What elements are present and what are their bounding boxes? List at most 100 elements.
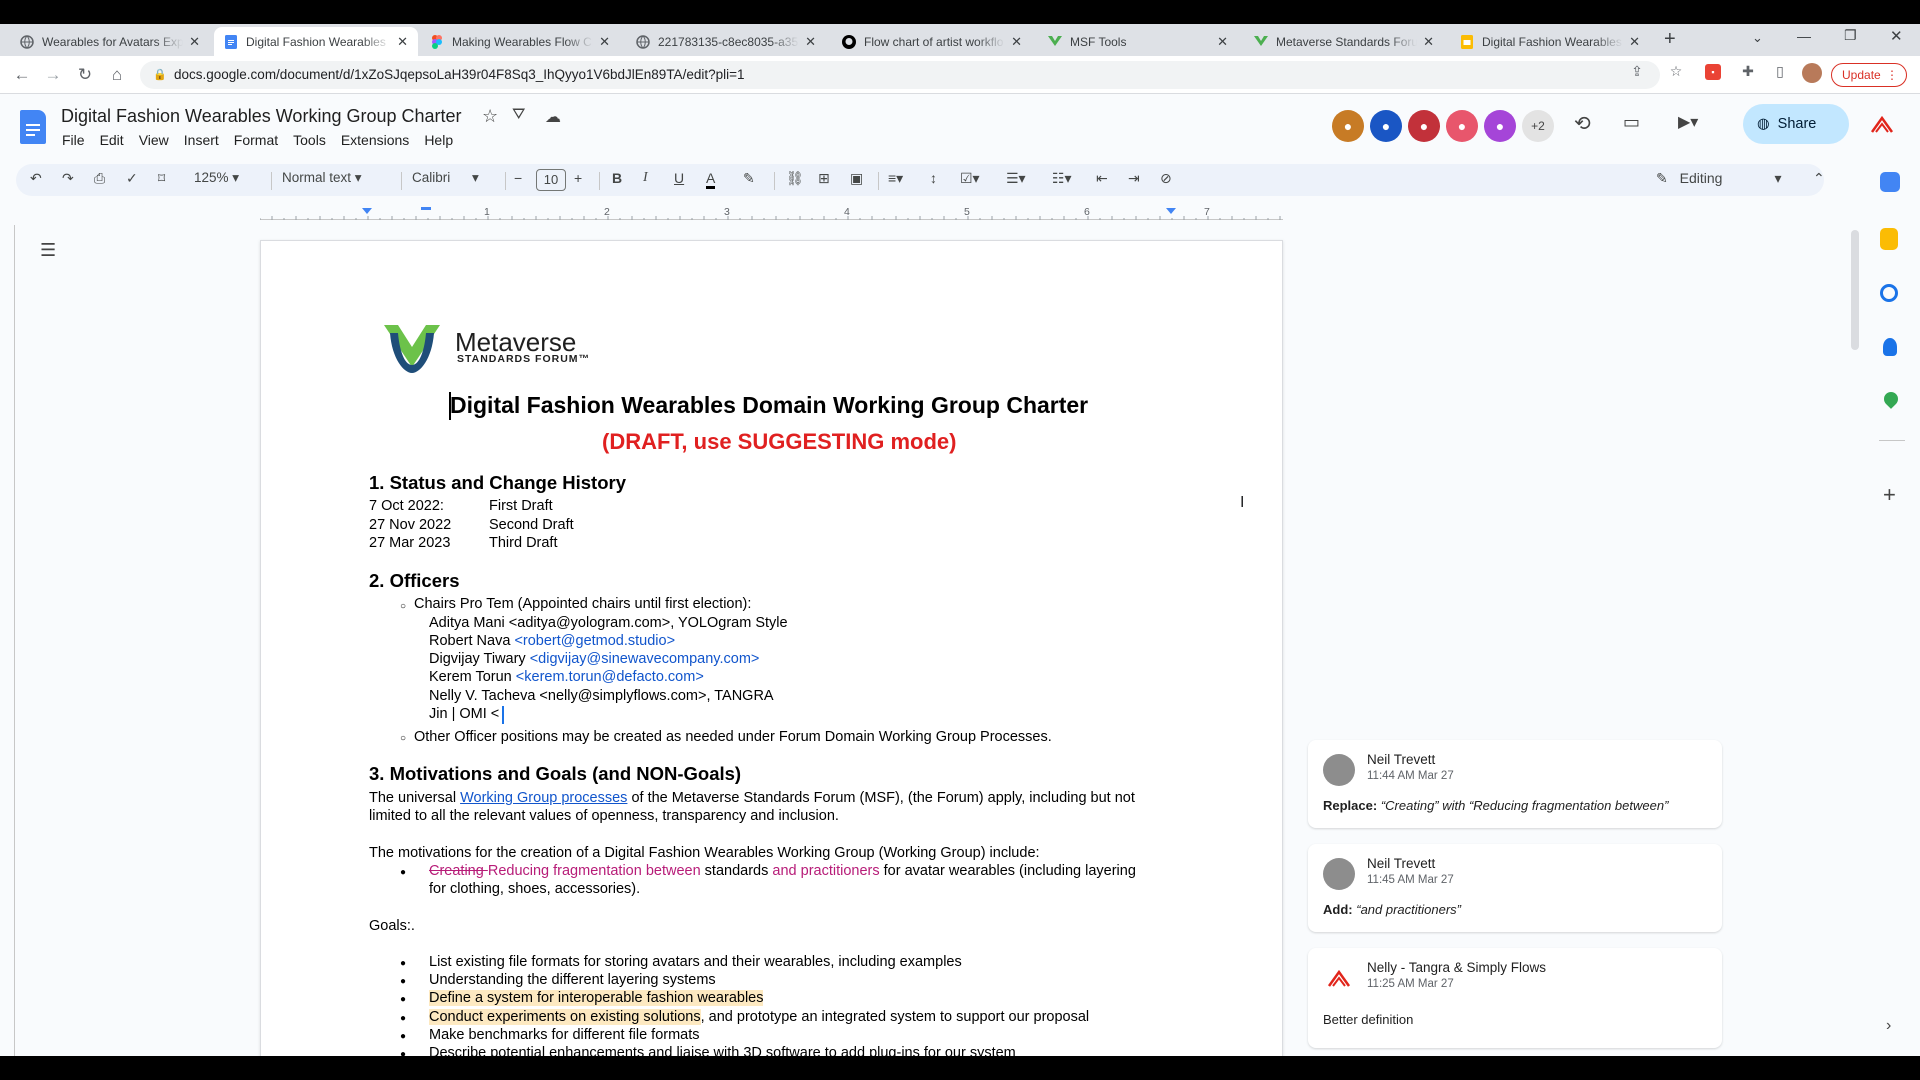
url-bar[interactable]: 🔒 docs.google.com/document/d/1xZoSJqepso… (140, 61, 1660, 89)
meet-icon[interactable]: ▶▾ (1678, 112, 1698, 132)
comment-card[interactable]: Neil Trevett 11:44 AM Mar 27 Replace: “C… (1308, 740, 1722, 828)
comment-card[interactable]: Nelly - Tangra & Simply Flows 11:25 AM M… (1308, 948, 1722, 1048)
checklist-icon[interactable]: ☑▾ (960, 170, 980, 187)
align-icon[interactable]: ≡▾ (888, 170, 903, 187)
browser-tab[interactable]: Wearables for Avatars Expl ✕ (10, 27, 210, 56)
tab-search-icon[interactable]: ⌄ (1752, 30, 1763, 46)
close-icon[interactable]: ✕ (189, 34, 200, 50)
close-icon[interactable]: ✕ (397, 34, 408, 50)
share-button[interactable]: ◍ Share (1743, 104, 1849, 144)
menu-view[interactable]: View (139, 132, 169, 148)
font-size-input[interactable]: 10 (536, 169, 566, 191)
close-icon[interactable]: ✕ (1423, 34, 1434, 50)
decrease-indent-icon[interactable]: ⇤ (1096, 170, 1108, 187)
vertical-scrollbar[interactable] (1851, 230, 1859, 350)
zoom-select[interactable]: 125% ▾ (194, 170, 239, 186)
expand-panel-icon[interactable]: › (1886, 1017, 1891, 1035)
increase-indent-icon[interactable]: ⇥ (1128, 170, 1140, 187)
highlight-icon[interactable]: ✎ (743, 170, 755, 187)
suggested-insertion[interactable]: Reducing fragmentation between (488, 863, 701, 879)
close-icon[interactable]: ✕ (1629, 34, 1640, 50)
reload-icon[interactable]: ↻ (74, 65, 96, 85)
share-page-icon[interactable]: ⇪ (1627, 63, 1647, 83)
docs-logo-icon[interactable] (20, 110, 46, 144)
browser-tab[interactable]: Making Wearables Flow Ch ✕ (420, 27, 620, 56)
update-button[interactable]: Update ⋮ (1831, 63, 1907, 87)
menu-tools[interactable]: Tools (293, 132, 326, 148)
collaborator-avatar[interactable]: ● (1484, 110, 1516, 142)
menu-help[interactable]: Help (424, 132, 453, 148)
browser-tab[interactable]: Digital Fashion Wearables ✕ (1450, 27, 1650, 56)
window-close-icon[interactable]: ✕ (1890, 27, 1903, 45)
close-icon[interactable]: ✕ (599, 34, 610, 50)
bookmark-star-icon[interactable]: ☆ (1666, 63, 1686, 83)
browser-tab-active[interactable]: Digital Fashion Wearables ✕ (214, 27, 418, 56)
forward-icon[interactable]: → (42, 65, 64, 85)
browser-tab[interactable]: 221783135-c8ec8035-a35 ✕ (626, 27, 826, 56)
close-icon[interactable]: ✕ (1217, 34, 1228, 50)
close-icon[interactable]: ✕ (805, 34, 816, 50)
menu-file[interactable]: File (62, 132, 85, 148)
minimize-icon[interactable]: — (1797, 28, 1811, 44)
font-select[interactable]: Calibri ▾ (412, 170, 492, 186)
editing-mode-select[interactable]: ✎ Editing ▾ (1656, 170, 1796, 187)
bulleted-list-icon[interactable]: ☰▾ (1006, 170, 1026, 187)
chair-email[interactable]: <kerem.torun@defacto.com> (516, 669, 704, 685)
extension-icon[interactable]: ▪ (1705, 64, 1721, 80)
maps-icon[interactable] (1881, 389, 1901, 409)
menu-edit[interactable]: Edit (100, 132, 124, 148)
menu-insert[interactable]: Insert (184, 132, 219, 148)
paint-format-icon[interactable]: ⌑ (158, 170, 165, 187)
side-panel-icon[interactable]: ▯ (1770, 63, 1790, 83)
chair-email[interactable]: <robert@getmod.studio> (514, 633, 675, 649)
undo-icon[interactable]: ↶ (30, 170, 42, 187)
collaborator-avatar[interactable]: ● (1332, 110, 1364, 142)
collapse-toolbar-icon[interactable]: ⌃ (1813, 170, 1825, 187)
line-spacing-icon[interactable]: ↕ (930, 170, 937, 186)
link-icon[interactable]: ⛓ (786, 170, 804, 187)
restore-icon[interactable]: ❐ (1844, 27, 1857, 44)
document-title[interactable]: Digital Fashion Wearables Working Group … (61, 106, 462, 127)
contacts-icon[interactable] (1883, 338, 1897, 356)
add-comment-icon[interactable]: ⊞ (818, 170, 830, 187)
back-icon[interactable]: ← (11, 65, 33, 85)
style-select[interactable]: Normal text ▾ (282, 170, 382, 186)
collaborator-avatar[interactable]: ● (1446, 110, 1478, 142)
bold-icon[interactable]: B (612, 170, 622, 186)
collaborator-avatar[interactable]: ● (1408, 110, 1440, 142)
tasks-icon[interactable] (1880, 284, 1898, 302)
clear-formatting-icon[interactable]: ⊘ (1160, 170, 1172, 187)
underline-icon[interactable]: U (674, 170, 684, 186)
suggested-insertion[interactable]: and practitioners (772, 863, 879, 879)
collaborator-avatar[interactable]: ● (1370, 110, 1402, 142)
move-folder-icon[interactable]: ⛛ (512, 106, 525, 124)
home-icon[interactable]: ⌂ (106, 65, 128, 85)
calendar-icon[interactable] (1880, 172, 1900, 192)
spellcheck-icon[interactable]: ✓ (126, 170, 138, 187)
working-group-link[interactable]: Working Group processes (460, 790, 627, 806)
extensions-puzzle-icon[interactable]: ✚ (1738, 63, 1758, 83)
close-icon[interactable]: ✕ (1011, 34, 1022, 50)
text-color-icon[interactable]: A (706, 170, 716, 189)
chair-email[interactable]: <digvijay@sinewavecompany.com> (530, 651, 760, 667)
star-icon[interactable]: ☆ (482, 106, 498, 127)
version-history-icon[interactable]: ⟲ (1574, 111, 1591, 136)
comments-icon[interactable]: ▭ (1623, 112, 1640, 133)
keep-icon[interactable] (1880, 228, 1898, 250)
browser-tab[interactable]: Metaverse Standards Foru ✕ (1244, 27, 1444, 56)
add-addon-icon[interactable]: + (1883, 482, 1896, 508)
browser-tab[interactable]: MSF Tools ✕ (1038, 27, 1238, 56)
browser-tab[interactable]: Flow chart of artist workflo ✕ (832, 27, 1032, 56)
redo-icon[interactable]: ↷ (62, 170, 74, 187)
increase-font-size-icon[interactable]: + (574, 170, 582, 186)
italic-icon[interactable]: I (643, 170, 648, 186)
new-tab-icon[interactable]: + (1664, 28, 1676, 51)
cloud-status-icon[interactable]: ☁ (545, 107, 561, 127)
print-icon[interactable]: ⎙ (94, 170, 105, 187)
profile-avatar[interactable] (1802, 63, 1822, 83)
more-collaborators-badge[interactable]: +2 (1522, 110, 1554, 142)
numbered-list-icon[interactable]: ☷▾ (1052, 170, 1072, 187)
suggested-deletion[interactable]: Creating (429, 863, 488, 879)
decrease-font-size-icon[interactable]: − (514, 170, 522, 186)
document-outline-icon[interactable]: ☰ (40, 240, 56, 261)
